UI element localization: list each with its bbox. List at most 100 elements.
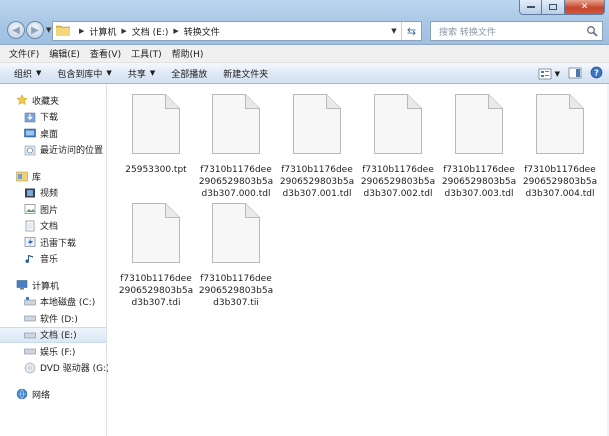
address-actions: ▼ ⇆ xyxy=(387,22,421,40)
file-item[interactable]: 25953300.tpt xyxy=(118,93,194,176)
new-folder-button[interactable]: 新建文件夹 xyxy=(215,67,276,80)
play-all-button[interactable]: 全部播放 xyxy=(163,67,215,80)
menu-edit[interactable]: 编辑(E) xyxy=(44,47,85,60)
nav-item-thunder-downloads[interactable]: 迅雷下载 xyxy=(0,234,106,251)
refresh-button[interactable]: ⇆ xyxy=(401,22,421,40)
help-icon: ? xyxy=(590,66,603,79)
nav-item-recent-places[interactable]: 最近访问的位置 xyxy=(0,142,106,159)
nav-item-documents[interactable]: 文档 xyxy=(0,218,106,235)
file-name: f7310b1176dee2906529803b5ad3b307.004.tdl xyxy=(522,165,598,199)
breadcrumb-computer[interactable]: 计算机 xyxy=(89,25,116,38)
nav-item-drive-e[interactable]: 文档 (E:) xyxy=(0,326,106,343)
minimize-icon xyxy=(526,6,535,8)
chevron-down-icon: ▼ xyxy=(36,69,42,77)
address-history-dropdown[interactable]: ▼ xyxy=(387,27,401,35)
file-name: 25953300.tpt xyxy=(125,165,187,175)
nav-drive-e-label: 文档 (E:) xyxy=(40,331,77,342)
nav-item-music[interactable]: 音乐 xyxy=(0,251,106,268)
file-item[interactable]: f7310b1176dee2906529803b5ad3b307.001.tdl xyxy=(279,93,355,200)
nav-item-videos[interactable]: 视频 xyxy=(0,185,106,202)
file-item[interactable]: f7310b1176dee2906529803b5ad3b307.000.tdl xyxy=(198,93,274,200)
desktop-icon xyxy=(24,127,36,139)
file-name: f7310b1176dee2906529803b5ad3b307.003.tdl xyxy=(441,165,517,199)
breadcrumb-separator[interactable]: ▶ xyxy=(173,27,178,35)
generic-file-icon xyxy=(212,203,260,263)
include-in-library-button[interactable]: 包含到库中 ▼ xyxy=(49,67,119,80)
nav-item-desktop[interactable]: 桌面 xyxy=(0,125,106,142)
nav-libraries[interactable]: 库 xyxy=(0,168,106,185)
close-button[interactable]: ✕ xyxy=(565,0,605,15)
generic-file-icon xyxy=(536,94,584,154)
file-item[interactable]: f7310b1176dee2906529803b5ad3b307.004.tdl xyxy=(522,93,598,200)
file-name: f7310b1176dee2906529803b5ad3b307.002.tdl xyxy=(360,165,436,199)
nav-item-drive-c[interactable]: 本地磁盘 (C:) xyxy=(0,294,106,311)
navigation-buttons: ◀ ▶ ▼ xyxy=(7,21,51,39)
nav-drive-g-label: DVD 驱动器 (G:) xyxy=(40,364,110,375)
breadcrumb-separator[interactable]: ▶ xyxy=(79,27,84,35)
nav-documents-label: 文档 xyxy=(40,222,59,233)
file-item[interactable]: f7310b1176dee2906529803b5ad3b307.003.tdl xyxy=(441,93,517,200)
file-name: f7310b1176dee2906529803b5ad3b307.tii xyxy=(198,274,274,308)
folder-icon xyxy=(55,24,71,39)
breadcrumb-drive[interactable]: 文档 (E:) xyxy=(132,25,169,38)
forward-button[interactable]: ▶ xyxy=(26,21,44,39)
generic-file-icon xyxy=(212,94,260,154)
generic-file-icon xyxy=(455,94,503,154)
search-icon[interactable] xyxy=(586,25,598,40)
nav-network[interactable]: 网络 xyxy=(0,386,106,403)
organize-button[interactable]: 组织 ▼ xyxy=(6,67,49,80)
nav-item-drive-g[interactable]: DVD 驱动器 (G:) xyxy=(0,360,110,377)
view-list-icon xyxy=(538,68,552,80)
recent-places-icon xyxy=(24,144,36,156)
menu-view[interactable]: 查看(V) xyxy=(85,47,126,60)
help-button[interactable]: ? xyxy=(590,66,603,82)
preview-pane-icon xyxy=(568,67,582,78)
forward-arrow-icon: ▶ xyxy=(31,24,39,36)
menu-tools[interactable]: 工具(T) xyxy=(126,47,167,60)
nav-computer[interactable]: 计算机 xyxy=(0,277,106,294)
nav-item-downloads[interactable]: 下载 xyxy=(0,109,106,126)
generic-file-icon xyxy=(374,94,422,154)
generic-file-icon xyxy=(132,203,180,263)
star-icon xyxy=(16,94,28,106)
menu-bar: 文件(F) 编辑(E) 查看(V) 工具(T) 帮助(H) xyxy=(0,45,609,63)
svg-text:?: ? xyxy=(594,69,599,78)
breadcrumb-separator[interactable]: ▶ xyxy=(121,27,126,35)
change-view-button[interactable]: ▼ xyxy=(538,68,560,80)
nav-computer-label: 计算机 xyxy=(32,281,60,292)
file-name: f7310b1176dee2906529803b5ad3b307.000.tdl xyxy=(198,165,274,199)
nav-videos-label: 视频 xyxy=(40,189,59,200)
nav-item-drive-f[interactable]: 娱乐 (F:) xyxy=(0,343,106,360)
share-label: 共享 xyxy=(127,69,146,80)
breadcrumb-folder[interactable]: 转换文件 xyxy=(184,25,220,38)
system-drive-icon xyxy=(24,296,36,308)
menu-help[interactable]: 帮助(H) xyxy=(167,47,209,60)
search-box[interactable]: 搜索 转换文件 xyxy=(430,21,603,41)
nav-drive-d-label: 软件 (D:) xyxy=(40,314,78,325)
maximize-icon xyxy=(549,4,557,10)
organize-label: 组织 xyxy=(14,69,33,80)
nav-thunder-label: 迅雷下载 xyxy=(40,238,77,249)
nav-favorites[interactable]: 收藏夹 xyxy=(0,92,106,109)
file-item[interactable]: f7310b1176dee2906529803b5ad3b307.tii xyxy=(198,202,274,309)
nav-music-label: 音乐 xyxy=(40,255,59,266)
file-item[interactable]: f7310b1176dee2906529803b5ad3b307.tdi xyxy=(118,202,194,309)
drive-icon xyxy=(24,345,36,357)
nav-item-pictures[interactable]: 图片 xyxy=(0,201,106,218)
preview-pane-button[interactable] xyxy=(568,67,582,82)
share-button[interactable]: 共享 ▼ xyxy=(120,67,163,80)
menu-file[interactable]: 文件(F) xyxy=(4,47,44,60)
back-button[interactable]: ◀ xyxy=(7,21,25,39)
nav-item-drive-d[interactable]: 软件 (D:) xyxy=(0,310,106,327)
minimize-button[interactable] xyxy=(519,0,542,15)
recent-pages-dropdown[interactable]: ▼ xyxy=(46,26,51,34)
file-list: 25953300.tpt f7310b1176dee2906529803b5ad… xyxy=(108,84,609,436)
documents-icon xyxy=(24,220,36,232)
chevron-down-icon: ▼ xyxy=(106,69,112,77)
maximize-button[interactable] xyxy=(542,0,565,15)
command-bar: 组织 ▼ 包含到库中 ▼ 共享 ▼ 全部播放 新建文件夹 ▼ ? xyxy=(0,63,609,84)
address-bar[interactable]: ▶ 计算机 ▶ 文档 (E:) ▶ 转换文件 ▼ ⇆ xyxy=(52,21,422,41)
download-folder-icon xyxy=(24,111,36,123)
nav-desktop-label: 桌面 xyxy=(40,129,59,140)
file-item[interactable]: f7310b1176dee2906529803b5ad3b307.002.tdl xyxy=(360,93,436,200)
